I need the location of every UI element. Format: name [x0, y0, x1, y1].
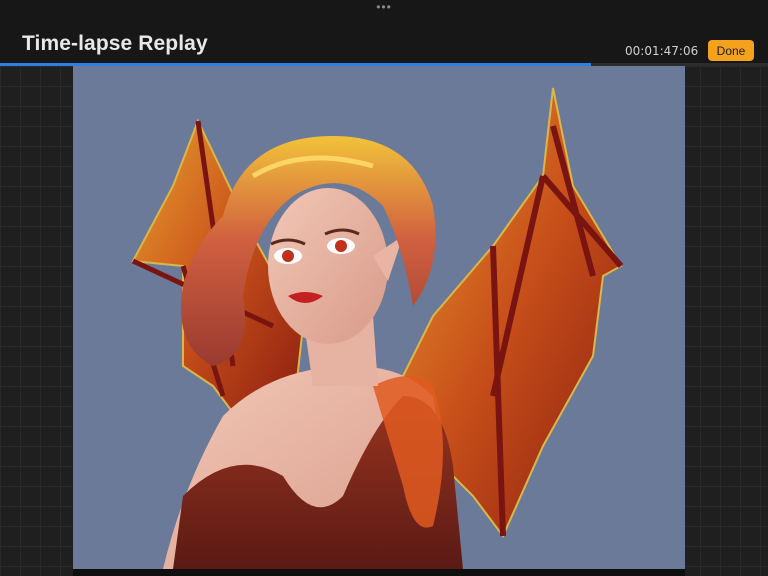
figure-body	[163, 366, 463, 569]
done-button[interactable]: Done	[708, 40, 754, 61]
artwork-canvas	[73, 66, 685, 569]
artwork-illustration	[131, 87, 624, 569]
replay-toolbar: ••• Time-lapse Replay 00:01:47:06 Done	[0, 0, 768, 64]
page-title: Time-lapse Replay	[22, 32, 208, 55]
canvas-bottom-edge	[73, 569, 685, 576]
elapsed-time: 00:01:47:06	[625, 44, 699, 58]
ellipsis-icon[interactable]: •••	[375, 1, 393, 13]
